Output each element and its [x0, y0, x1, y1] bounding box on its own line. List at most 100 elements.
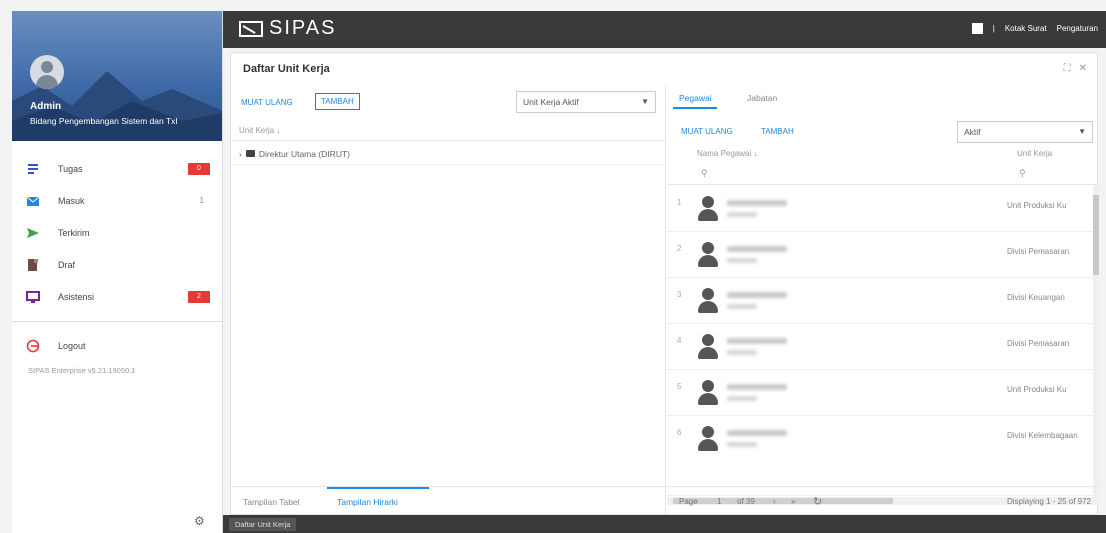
sidebar-item-label: Masuk [58, 196, 85, 206]
close-icon[interactable]: ✕ [1079, 63, 1087, 74]
gear-icon[interactable]: ⚙ [194, 514, 205, 528]
send-icon [27, 228, 39, 238]
next-page-icon[interactable]: › [773, 497, 776, 506]
task-badge: 0 [188, 163, 210, 175]
page-input[interactable]: 1 [717, 497, 721, 506]
panel-controls: ⛶ ✕ [1064, 63, 1087, 74]
taskbar-item[interactable]: Daftar Unit Kerja [229, 518, 297, 531]
blurred-id [727, 442, 757, 447]
sidebar-item-label: Tugas [58, 164, 83, 174]
table-row[interactable]: 1 Unit Produksi Ku [667, 186, 1099, 232]
blurred-id [727, 396, 757, 401]
tab-jabatan[interactable]: Jabatan [747, 93, 777, 103]
window-icon[interactable] [971, 23, 983, 34]
blurred-name [727, 246, 787, 252]
tab-pegawai[interactable]: Pegawai [679, 93, 712, 103]
blurred-id [727, 258, 757, 263]
person-icon [697, 380, 719, 406]
add-button[interactable]: TAMBAH [315, 93, 360, 110]
blurred-name [727, 338, 787, 344]
inbox-icon [26, 196, 40, 206]
column-header-nama[interactable]: Nama Pegawai ↓ [697, 149, 757, 158]
search-unit-icon[interactable]: ⚲ [1019, 168, 1026, 179]
table-row[interactable]: 4 Divisi Pemasaran [667, 324, 1099, 370]
search-name-icon[interactable]: ⚲ [701, 168, 708, 179]
folder-icon [245, 150, 255, 157]
person-icon [697, 196, 719, 222]
tree-item[interactable]: › Direktur Utama (DIRUT) [231, 143, 666, 165]
task-list-icon [28, 164, 38, 174]
pegawai-section: Pegawai Jabatan MUAT ULANG TAMBAH Aktif … [667, 85, 1099, 516]
version-text: SIPAS Enterprise v5.21.19050.1 [28, 366, 136, 375]
person-icon [697, 288, 719, 314]
status-filter-value: Aktif [964, 127, 981, 137]
column-header-unit[interactable]: Unit Kerja [1017, 149, 1052, 158]
view-tabs: Tampilan Tabel Tampilan Hirarki [231, 486, 666, 516]
blurred-name [727, 430, 787, 436]
maximize-icon[interactable]: ⛶ [1064, 63, 1071, 74]
chevron-down-icon: ▼ [1078, 127, 1086, 136]
separator: | [992, 24, 995, 33]
sidebar-item-label: Draf [58, 260, 76, 270]
divider [12, 321, 222, 322]
app-logo[interactable]: SIPAS [239, 17, 336, 40]
row-number: 4 [677, 336, 682, 345]
vertical-scroll-thumb[interactable] [1093, 195, 1099, 275]
table-row[interactable]: 5 Unit Produksi Ku [667, 370, 1099, 416]
row-number: 2 [677, 244, 682, 253]
row-number: 5 [677, 382, 682, 391]
table-search-row: ⚲ ⚲ [667, 165, 1099, 185]
table-row[interactable]: 6 Divisi Kelembagaan [667, 416, 1099, 496]
row-number: 1 [677, 198, 682, 207]
profile-unit: Bidang Pengembangan Sistem dan TxI [30, 116, 178, 126]
profile-header: Admin Bidang Pengembangan Sistem dan TxI [12, 11, 222, 141]
status-filter-select[interactable]: Aktif ▼ [957, 121, 1093, 143]
inbox-count: 1 [199, 196, 204, 205]
panel-title: Daftar Unit Kerja [243, 63, 330, 75]
profile-name: Admin [30, 101, 62, 112]
sidebar-item-masuk[interactable]: Masuk 1 [12, 185, 222, 217]
reload-button[interactable]: MUAT ULANG [681, 127, 733, 136]
sidebar-item-terkirim[interactable]: Terkirim [12, 217, 222, 249]
sidebar-item-label: Terkirim [58, 228, 90, 238]
monitor-icon [26, 291, 40, 303]
tab-underline [327, 487, 429, 489]
tab-tampilan-hirarki[interactable]: Tampilan Hirarki [337, 497, 398, 507]
logout-icon [26, 339, 40, 353]
app-logo-text: SIPAS [269, 17, 337, 39]
chevron-right-icon[interactable]: › [239, 149, 242, 159]
logout-button[interactable]: Logout [12, 330, 222, 362]
add-button[interactable]: TAMBAH [761, 127, 794, 136]
tab-tampilan-tabel[interactable]: Tampilan Tabel [243, 497, 300, 507]
kotak-surat-link[interactable]: Kotak Surat [1005, 24, 1047, 33]
sidebar-item-draf[interactable]: Draf [12, 249, 222, 281]
asistensi-badge: 2 [188, 291, 210, 303]
last-page-icon[interactable]: » [791, 497, 795, 506]
unit-kerja-panel: Daftar Unit Kerja ⛶ ✕ MUAT ULANG TAMBAH … [230, 52, 1099, 516]
tree-item-label: Direktur Utama (DIRUT) [258, 148, 350, 159]
row-number: 3 [677, 290, 682, 299]
table-row[interactable]: 3 Divisi Keuangan [667, 278, 1099, 324]
nav-menu: Tugas 0 Masuk 1 Terkirim Draf Asistensi … [12, 141, 222, 375]
sidebar-item-label: Asistensi [58, 292, 95, 302]
unit-kerja-section: MUAT ULANG TAMBAH Unit Kerja Aktif ▼ Uni… [231, 85, 666, 516]
table-row[interactable]: 2 Divisi Pemasaran [667, 232, 1099, 278]
top-links: | Kotak Surat Pengaturan [971, 23, 1098, 34]
avatar[interactable] [30, 55, 64, 89]
row-unit: Divisi Kelembagaan [1007, 431, 1078, 440]
row-unit: Divisi Pemasaran [1007, 247, 1070, 256]
row-unit: Unit Produksi Ku [1007, 201, 1067, 210]
logout-label: Logout [58, 341, 86, 351]
refresh-icon[interactable]: ↻ [813, 495, 822, 508]
row-unit: Divisi Keuangan [1007, 293, 1065, 302]
blurred-id [727, 212, 757, 217]
page-label: Page [679, 497, 698, 506]
reload-button[interactable]: MUAT ULANG [241, 98, 293, 107]
column-header-unit-kerja[interactable]: Unit Kerja ↓ [231, 121, 666, 141]
taskbar: Daftar Unit Kerja [223, 515, 1106, 533]
blurred-id [727, 304, 757, 309]
sidebar-item-tugas[interactable]: Tugas 0 [12, 153, 222, 185]
pengaturan-link[interactable]: Pengaturan [1057, 24, 1098, 33]
sidebar-item-asistensi[interactable]: Asistensi 2 [12, 281, 222, 313]
unit-filter-select[interactable]: Unit Kerja Aktif ▼ [516, 91, 656, 113]
